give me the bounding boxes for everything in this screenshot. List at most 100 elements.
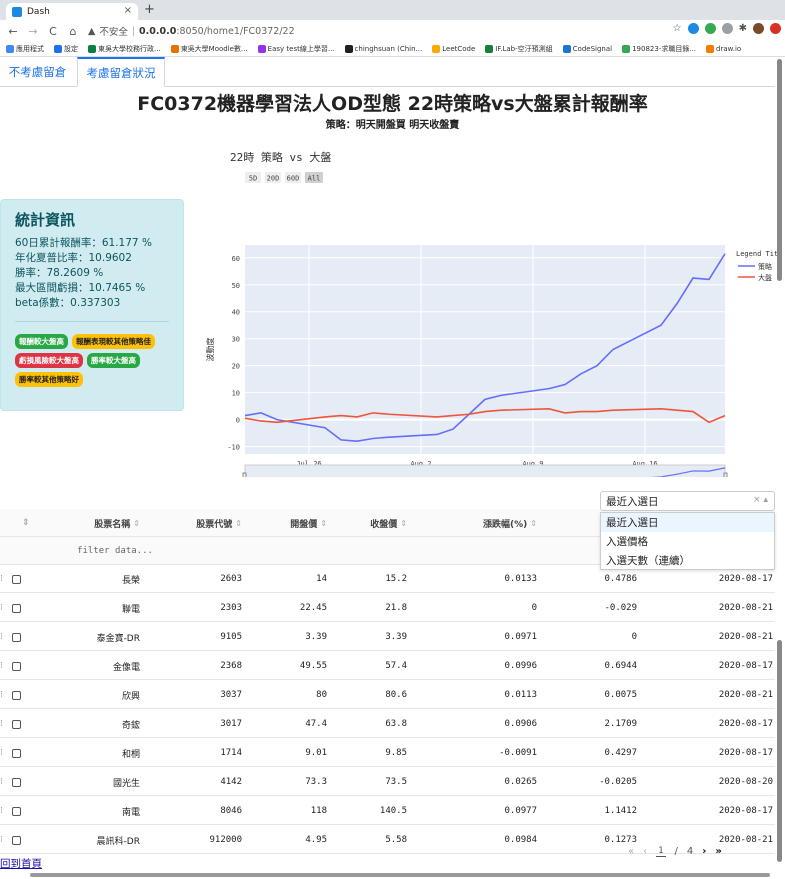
back-home-link[interactable]: 回到首頁	[0, 856, 42, 871]
sort-icon[interactable]: ⇕	[235, 519, 242, 528]
bookmark-label: 東吳大學校務行政...	[98, 45, 161, 53]
column-header[interactable]: 股票名稱 ⇕	[40, 509, 140, 537]
filter-input[interactable]: filter data...	[60, 537, 170, 565]
avatar[interactable]	[753, 23, 764, 34]
legend-entry[interactable]: 策略	[758, 262, 772, 271]
sort-dropdown[interactable]: 最近入選日 × ▴	[600, 491, 775, 511]
row-checkbox[interactable]	[12, 748, 21, 758]
row-checkbox[interactable]	[12, 835, 21, 845]
bookmark-item[interactable]: 設定	[54, 44, 78, 54]
table-cell: 9.85	[385, 748, 407, 758]
bookmark-item[interactable]: IF.Lab-空汙預測組	[485, 44, 553, 54]
row-drag-handle[interactable]: ⁝	[0, 826, 3, 854]
dropdown-option[interactable]: 入選天數（連續）	[601, 551, 774, 570]
sort-icon[interactable]: ⇕	[400, 519, 407, 528]
horizontal-scrollbar[interactable]	[30, 873, 770, 877]
sort-icon[interactable]: ⇕	[530, 519, 537, 528]
browser-tabstrip: Dash × +	[0, 0, 785, 20]
back-arrow-icon[interactable]: ←	[6, 25, 20, 38]
row-drag-handle[interactable]: ⁝	[0, 768, 3, 796]
bookmark-label: LeetCode	[442, 45, 476, 53]
stat-line: 年化夏普比率：10.9602	[15, 252, 132, 264]
puzzle-icon[interactable]: ✱	[739, 23, 747, 34]
bookmark-item[interactable]: Easy test線上學習...	[257, 44, 335, 54]
clear-icon[interactable]: ×	[753, 495, 761, 505]
row-checkbox[interactable]	[12, 603, 21, 613]
browser-tab[interactable]: Dash ×	[6, 3, 138, 20]
close-tab-icon[interactable]: ×	[124, 5, 132, 16]
last-page-button[interactable]: »	[715, 846, 721, 857]
chevron-up-icon[interactable]: ▴	[763, 495, 768, 505]
row-drag-handle[interactable]: ⁝	[0, 565, 3, 593]
extension-icon[interactable]	[770, 23, 781, 34]
column-header[interactable]: 收盤價 ⇕	[327, 509, 407, 537]
row-checkbox[interactable]	[12, 777, 21, 787]
y-tick-label: 10	[232, 390, 240, 398]
sort-icon[interactable]: ⇕	[133, 519, 140, 528]
prev-page-button[interactable]: ‹	[643, 846, 647, 857]
tab-no-hold[interactable]: 不考慮留倉	[0, 57, 75, 87]
bookmark-item[interactable]: chinghsuan (Chin...	[344, 45, 422, 53]
sort-icon[interactable]: ⇕	[22, 509, 30, 537]
bookmark-item[interactable]: LeetCode	[432, 45, 475, 53]
legend-entry[interactable]: 大盤	[758, 273, 772, 282]
range-slider-handle[interactable]	[242, 472, 247, 477]
extension-icon[interactable]	[704, 23, 716, 34]
column-header[interactable]: 開盤價 ⇕	[242, 509, 327, 537]
table-cell: 長榮	[121, 575, 140, 586]
bookmark-item[interactable]: draw.io	[706, 45, 741, 53]
stats-heading: 統計資訊	[15, 211, 76, 229]
table-cell: 國光生	[112, 778, 140, 789]
forward-arrow-icon[interactable]: →	[26, 25, 40, 38]
extension-icon[interactable]	[721, 23, 733, 34]
performance-chart[interactable]: 22時 策略 vs 大盤5D 20D 60D All-100102030405060J…	[195, 137, 785, 477]
row-drag-handle[interactable]: ⁝	[0, 681, 3, 709]
bookmark-item[interactable]: 應用程式	[6, 44, 44, 54]
bookmark-item[interactable]: 東吳大學Moodle數...	[170, 44, 248, 54]
row-checkbox[interactable]	[12, 632, 21, 642]
reload-icon[interactable]: C	[46, 25, 60, 38]
next-page-button[interactable]: ›	[702, 846, 706, 857]
url-field[interactable]: ▲ 不安全 | 0.0.0.0:8050/home1/FC0372/22	[88, 23, 648, 39]
page-number-input[interactable]: 1	[656, 846, 666, 857]
tab-hold[interactable]: 考慮留倉狀況	[77, 57, 165, 87]
row-drag-handle[interactable]: ⁝	[0, 594, 3, 622]
bookmark-item[interactable]: CodeSignal	[562, 45, 612, 53]
row-drag-handle[interactable]: ⁝	[0, 739, 3, 767]
table-cell: 49.55	[299, 661, 327, 671]
column-header[interactable]: 漲跌幅(%) ⇕	[407, 509, 537, 537]
table-row: ⁝ 聯電 2303 22.45 21.8 0 -0.029 2020-08-21	[0, 594, 775, 622]
column-header-label: 開盤價	[290, 519, 318, 530]
row-drag-handle[interactable]: ⁝	[0, 623, 3, 651]
table-cell: 3.39	[385, 632, 407, 642]
dropdown-option[interactable]: 最近入選日	[601, 513, 774, 532]
column-header[interactable]: 股票代號 ⇕	[140, 509, 242, 537]
row-checkbox[interactable]	[12, 661, 21, 671]
row-drag-handle[interactable]: ⁝	[0, 652, 3, 680]
table-scrollbar[interactable]	[777, 640, 782, 862]
bookmark-item[interactable]: 190823-求職目錄...	[622, 44, 696, 54]
pagination: « ‹ 1 / 4 › »	[628, 846, 722, 857]
row-checkbox[interactable]	[12, 806, 21, 816]
url-host: 0.0.0.0	[139, 25, 177, 37]
home-icon[interactable]: ⌂	[66, 25, 80, 38]
row-checkbox[interactable]	[12, 690, 21, 700]
row-drag-handle[interactable]: ⁝	[0, 797, 3, 825]
extension-icon[interactable]	[687, 23, 699, 34]
sort-icon[interactable]: ⇕	[320, 519, 327, 528]
stat-line: 60日累計報酬率：61.177 %	[15, 237, 152, 249]
star-icon[interactable]: ☆	[673, 23, 682, 34]
row-checkbox[interactable]	[12, 719, 21, 729]
range-slider[interactable]	[244, 464, 726, 477]
range-slider-handle[interactable]	[723, 472, 728, 477]
row-drag-handle[interactable]: ⁝	[0, 710, 3, 738]
column-header-label: 股票代號	[196, 519, 233, 530]
table-cell: 4142	[220, 777, 242, 787]
dropdown-option[interactable]: 入選價格	[601, 532, 774, 551]
bookmark-item[interactable]: 東吳大學校務行政...	[88, 44, 161, 54]
new-tab-button[interactable]: +	[144, 2, 155, 17]
page-scrollbar[interactable]	[777, 59, 782, 281]
first-page-button[interactable]: «	[628, 846, 634, 857]
row-checkbox-cell	[12, 652, 21, 680]
row-checkbox[interactable]	[12, 574, 21, 584]
